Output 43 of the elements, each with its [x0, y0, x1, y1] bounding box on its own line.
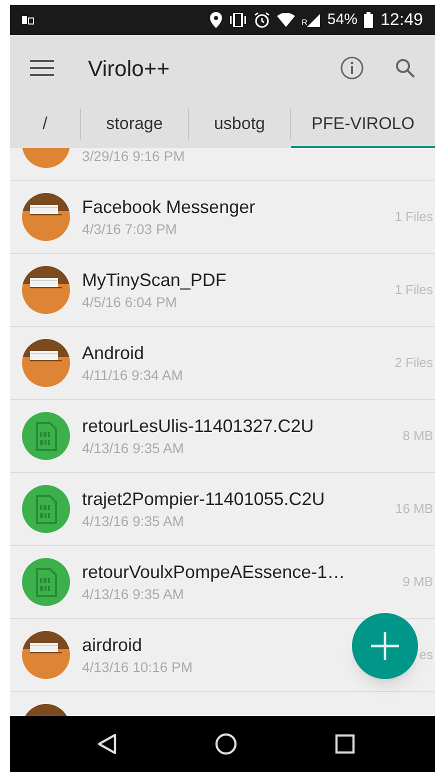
- file-name: Facebook Messenger: [82, 196, 256, 219]
- clock: 12:49: [380, 9, 423, 32]
- alarm-icon: [254, 12, 270, 28]
- file-name: Android: [82, 342, 144, 365]
- modified-date: 4/13/16 9:35 AM: [82, 585, 184, 604]
- folder-icon: [22, 631, 70, 679]
- file-name: airdroid: [82, 634, 142, 657]
- modified-date: 4/11/16 9:34 AM: [82, 366, 183, 385]
- modified-date: 4/3/16 7:03 PM: [82, 220, 177, 239]
- file-name: retourLesUlis-11401327.C2U: [82, 415, 314, 438]
- modified-date: 3/29/16 9:16 PM: [82, 148, 185, 166]
- recent-apps-icon[interactable]: [335, 734, 355, 754]
- binary-file-icon: [22, 412, 70, 460]
- plus-icon: [371, 632, 399, 660]
- battery-icon: [364, 12, 374, 28]
- file-name: MyTinyScan_PDF: [82, 269, 226, 292]
- file-name: retourVoulxPompeAEssence-1…: [82, 561, 346, 584]
- modified-date: 4/13/16 10:16 PM: [82, 658, 193, 677]
- location-icon: [210, 12, 222, 28]
- home-icon[interactable]: [215, 733, 237, 755]
- device-icon: [22, 15, 34, 25]
- folder-icon: [22, 339, 70, 387]
- breadcrumb-tab[interactable]: usbotg: [189, 101, 290, 148]
- binary-file-icon: [22, 485, 70, 533]
- info-icon[interactable]: [340, 56, 364, 80]
- app-title: Virolo++: [88, 54, 170, 82]
- wifi-icon: [276, 13, 295, 27]
- folder-icon: [22, 266, 70, 314]
- folder-icon: [22, 193, 70, 241]
- modified-date: 4/13/16 9:35 AM: [82, 512, 184, 531]
- battery-percentage: 54%: [327, 10, 358, 30]
- breadcrumb-tab[interactable]: /: [10, 101, 80, 148]
- modified-date: 4/5/16 6:04 PM: [82, 293, 177, 312]
- signal-icon: [307, 14, 320, 26]
- search-icon[interactable]: [395, 58, 415, 78]
- menu-icon[interactable]: [30, 60, 54, 76]
- file-name: trajet2Pompier-11401055.C2U: [82, 488, 325, 511]
- breadcrumb-tab[interactable]: storage: [81, 101, 188, 148]
- modified-date: 4/13/16 9:35 AM: [82, 439, 184, 458]
- roaming-mark: R: [302, 18, 308, 26]
- back-icon[interactable]: [97, 733, 117, 755]
- vibrate-icon: [228, 13, 247, 27]
- binary-file-icon: [22, 558, 70, 606]
